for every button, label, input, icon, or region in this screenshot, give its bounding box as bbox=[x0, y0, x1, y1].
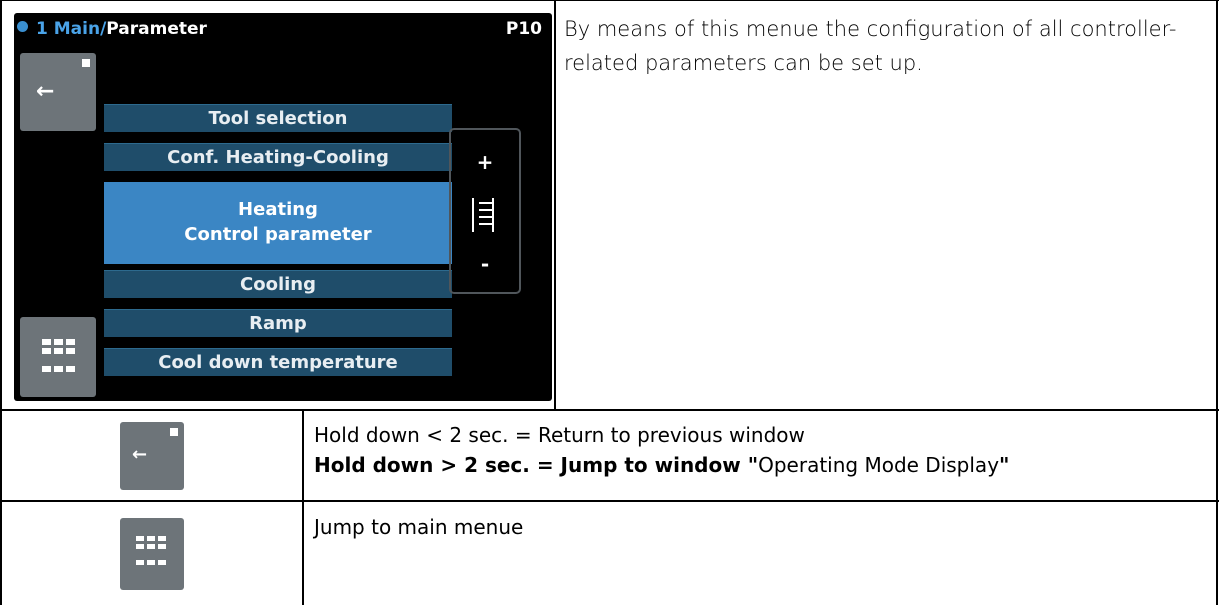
menu-item-cool-down-temperature[interactable]: Cool down temperature bbox=[104, 348, 452, 376]
breadcrumb: 1 Main/Parameter bbox=[36, 17, 207, 41]
table-border-top bbox=[0, 0, 1219, 1]
description-text: By means of this menue the configuration… bbox=[564, 17, 1177, 75]
short-press-text: Hold down < 2 sec. = Return to previous … bbox=[314, 423, 805, 447]
scroll-position-icon bbox=[472, 198, 498, 232]
menu-item-ramp[interactable]: Ramp bbox=[104, 309, 452, 337]
main-menu-button[interactable] bbox=[20, 317, 96, 397]
breadcrumb-parent[interactable]: 1 Main/ bbox=[36, 19, 106, 39]
table-divider-1 bbox=[0, 409, 1219, 411]
corner-marker bbox=[82, 59, 90, 67]
back-button-legend: ← bbox=[120, 422, 184, 490]
scroll-control: + - bbox=[449, 128, 521, 294]
main-menu-grid-icon bbox=[136, 536, 166, 565]
device-screen: 1 Main/Parameter P10 ← Tool selection Co… bbox=[14, 13, 552, 401]
main-menu-grid-icon bbox=[42, 339, 75, 372]
table-divider-2 bbox=[0, 500, 1219, 502]
menu-item-line1: Heating bbox=[238, 199, 318, 220]
page-code: P10 bbox=[505, 19, 542, 39]
menu-item-cooling[interactable]: Cooling bbox=[104, 270, 452, 298]
breadcrumb-current: Parameter bbox=[106, 19, 207, 39]
table-vertical-top bbox=[554, 0, 556, 410]
scroll-down-button[interactable]: - bbox=[451, 252, 519, 276]
menu-item-tool-selection[interactable]: Tool selection bbox=[104, 104, 452, 132]
main-menu-description: Jump to main menue bbox=[314, 515, 524, 539]
menu-item-conf-heating-cooling[interactable]: Conf. Heating-Cooling bbox=[104, 143, 452, 171]
table-border-left bbox=[0, 0, 2, 605]
back-arrow-icon: ← bbox=[36, 79, 55, 104]
menu-item-heating-control-parameter[interactable]: Heating Control parameter bbox=[104, 182, 452, 264]
back-arrow-icon: ← bbox=[132, 444, 148, 465]
table-vertical-bottom bbox=[302, 410, 304, 605]
menu-item-line2: Control parameter bbox=[184, 224, 372, 245]
table-border-right bbox=[1216, 0, 1218, 605]
back-button[interactable]: ← bbox=[20, 53, 96, 131]
scroll-up-button[interactable]: + bbox=[451, 150, 519, 174]
status-dot-icon bbox=[17, 21, 28, 32]
back-button-description: Hold down < 2 sec. = Return to previous … bbox=[314, 420, 1204, 480]
main-menu-button-legend bbox=[120, 518, 184, 590]
long-press-text: Hold down > 2 sec. = Jump to window "Ope… bbox=[314, 453, 1010, 477]
